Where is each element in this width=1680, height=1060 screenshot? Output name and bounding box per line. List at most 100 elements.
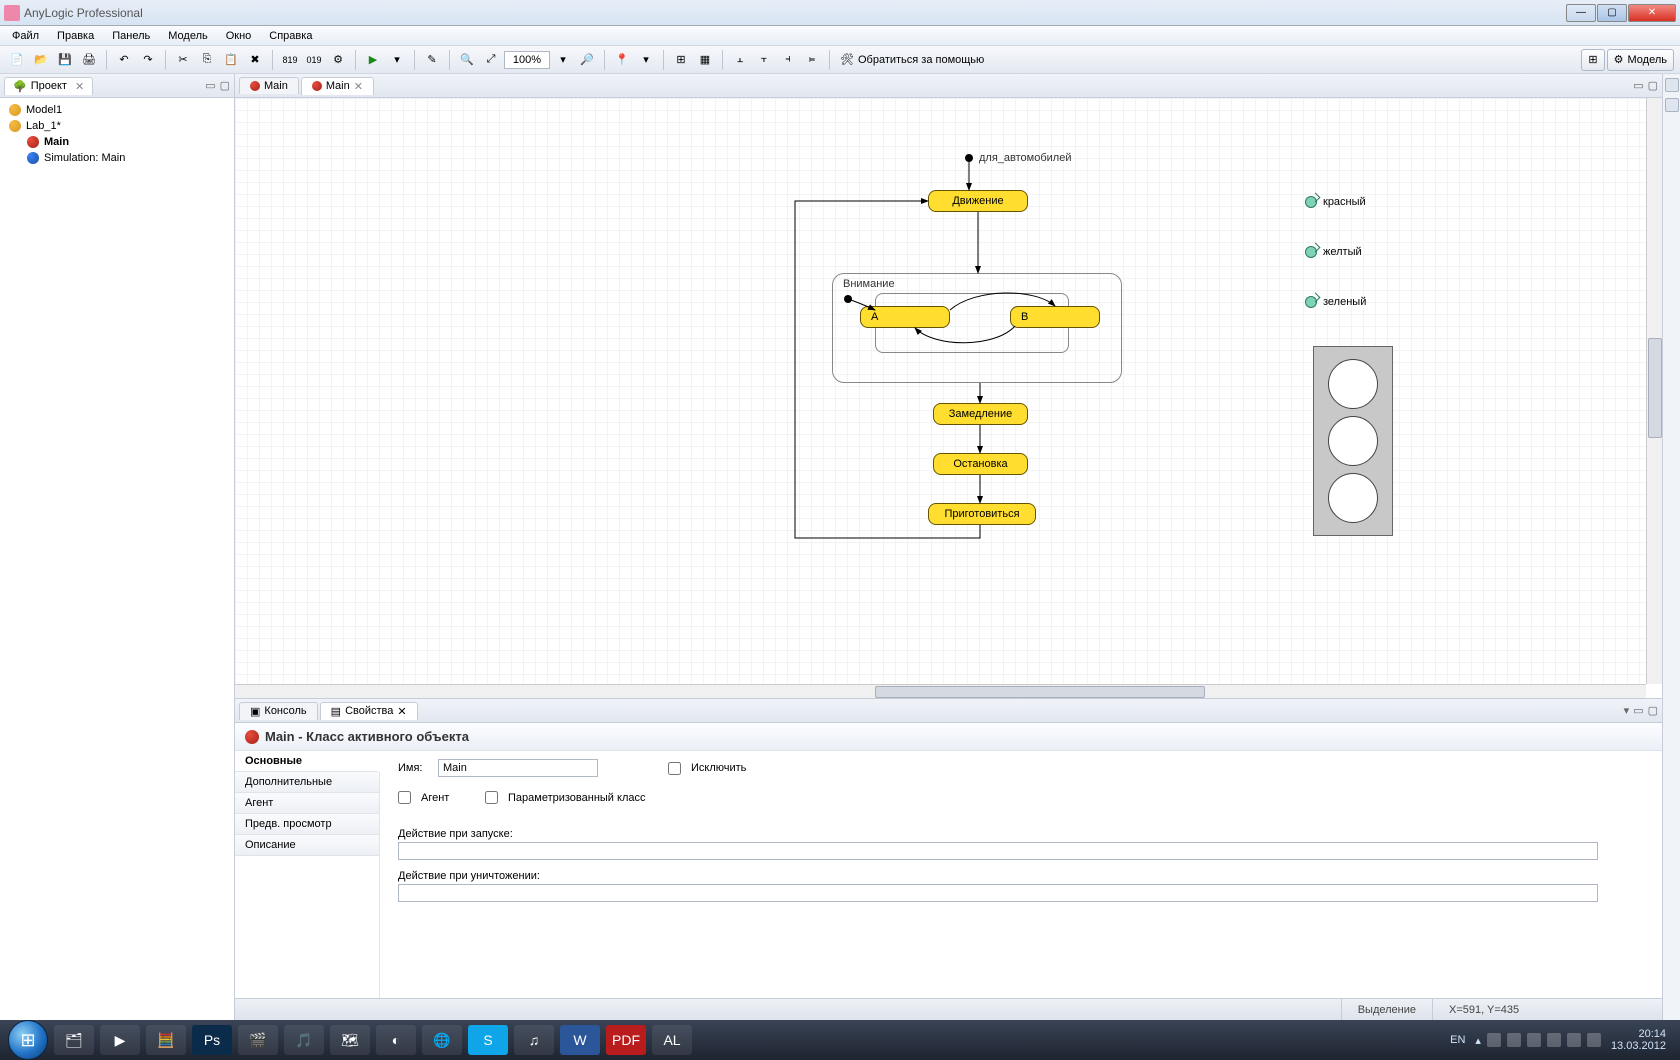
tab-properties[interactable]: ▤ Свойства ✕ bbox=[320, 702, 418, 720]
minimize-view-button[interactable]: ▭ bbox=[1633, 704, 1643, 717]
state-a[interactable]: A bbox=[860, 306, 950, 328]
taskbar-eclipse[interactable]: ◐ bbox=[376, 1025, 416, 1055]
menu-edit[interactable]: Правка bbox=[49, 28, 102, 44]
tray-volume-icon[interactable] bbox=[1487, 1033, 1501, 1047]
taskbar-pdf[interactable]: PDF bbox=[606, 1025, 646, 1055]
category-agent[interactable]: Агент bbox=[235, 793, 379, 814]
tool-button-1[interactable]: 819 bbox=[279, 49, 301, 71]
param-class-checkbox[interactable] bbox=[485, 791, 498, 804]
tree-item-simulation[interactable]: Simulation: Main bbox=[8, 150, 226, 166]
diagram-canvas[interactable]: для_автомобилей Движение Внимание A B bbox=[235, 98, 1646, 684]
grid-button[interactable]: ⊞ bbox=[670, 49, 692, 71]
zoom-in-button[interactable]: 🔎 bbox=[576, 49, 598, 71]
tool-button-3[interactable]: ⚙ bbox=[327, 49, 349, 71]
tree-item-lab1[interactable]: Lab_1* bbox=[8, 118, 226, 134]
maximize-view-button[interactable]: ▢ bbox=[1648, 79, 1658, 92]
align-button-3[interactable]: ⫞ bbox=[777, 49, 799, 71]
menu-file[interactable]: Файл bbox=[4, 28, 47, 44]
vertical-scrollbar[interactable] bbox=[1646, 98, 1662, 684]
taskbar-calc[interactable]: 🧮 bbox=[146, 1025, 186, 1055]
zoom-input[interactable] bbox=[504, 51, 550, 69]
statechart-entry-point[interactable] bbox=[965, 154, 973, 162]
close-icon[interactable]: ✕ bbox=[354, 80, 363, 93]
event-yellow[interactable]: желтый bbox=[1305, 246, 1362, 258]
tray-app-icon[interactable] bbox=[1567, 1033, 1581, 1047]
taskbar-skype[interactable]: S bbox=[468, 1025, 508, 1055]
tray-show-hidden-icon[interactable]: ▴ bbox=[1475, 1034, 1481, 1047]
state-slowdown[interactable]: Замедление bbox=[933, 403, 1028, 425]
exclude-checkbox[interactable] bbox=[668, 762, 681, 775]
category-preview[interactable]: Предв. просмотр bbox=[235, 814, 379, 835]
taskbar-photoshop[interactable]: Ps bbox=[192, 1025, 232, 1055]
redo-button[interactable]: ↷ bbox=[137, 49, 159, 71]
maximize-button[interactable]: ▢ bbox=[1597, 4, 1627, 22]
print-button[interactable]: 🖨 bbox=[78, 49, 100, 71]
perspective-model-button[interactable]: ⚙ Модель bbox=[1607, 49, 1674, 71]
close-icon[interactable]: ✕ bbox=[397, 705, 406, 718]
zoom-dropdown[interactable]: ▾ bbox=[552, 49, 574, 71]
scrollbar-thumb[interactable] bbox=[875, 686, 1205, 698]
taskbar-maps[interactable]: 🗺 bbox=[330, 1025, 370, 1055]
language-indicator[interactable]: EN bbox=[1450, 1034, 1465, 1046]
horizontal-scrollbar[interactable] bbox=[235, 684, 1646, 698]
state-prepare[interactable]: Приготовиться bbox=[928, 503, 1036, 525]
pin-dropdown[interactable]: ▾ bbox=[635, 49, 657, 71]
help-link[interactable]: 🛠 Обратиться за помощью bbox=[840, 53, 984, 66]
menu-window[interactable]: Окно bbox=[218, 28, 260, 44]
close-icon[interactable]: ✕ bbox=[75, 80, 84, 93]
agent-checkbox[interactable] bbox=[398, 791, 411, 804]
align-button-4[interactable]: ⫢ bbox=[801, 49, 823, 71]
open-button[interactable]: 📂 bbox=[30, 49, 52, 71]
copy-button[interactable]: ⎘ bbox=[196, 49, 218, 71]
run-button[interactable]: ▶ bbox=[362, 49, 384, 71]
zoom-reset-button[interactable]: ⤢ bbox=[480, 49, 502, 71]
composite-entry-point[interactable] bbox=[844, 295, 852, 303]
paste-button[interactable]: 📋 bbox=[220, 49, 242, 71]
category-main[interactable]: Основные bbox=[235, 751, 380, 772]
menu-help[interactable]: Справка bbox=[261, 28, 320, 44]
taskbar-word[interactable]: W bbox=[560, 1025, 600, 1055]
minimize-view-button[interactable]: ▭ bbox=[205, 79, 215, 92]
taskbar-media-player[interactable]: ▶ bbox=[100, 1025, 140, 1055]
undo-button[interactable]: ↶ bbox=[113, 49, 135, 71]
palette-button-2[interactable] bbox=[1665, 98, 1679, 112]
snap-button[interactable]: ▦ bbox=[694, 49, 716, 71]
taskbar-explorer[interactable]: 🗂 bbox=[54, 1025, 94, 1055]
minimize-button[interactable]: — bbox=[1566, 4, 1596, 22]
tray-app-icon-2[interactable] bbox=[1587, 1033, 1601, 1047]
start-button[interactable]: ⊞ bbox=[8, 1020, 48, 1060]
tray-antivirus-icon[interactable] bbox=[1547, 1033, 1561, 1047]
tray-network-icon[interactable] bbox=[1507, 1033, 1521, 1047]
event-red[interactable]: красный bbox=[1305, 196, 1366, 208]
perspective-switch-button[interactable]: ⊞ bbox=[1581, 49, 1604, 71]
category-additional[interactable]: Дополнительные bbox=[235, 772, 379, 793]
tree-item-main[interactable]: Main bbox=[8, 134, 226, 150]
tab-console[interactable]: ▣ Консоль bbox=[239, 702, 318, 720]
state-b[interactable]: B bbox=[1010, 306, 1100, 328]
maximize-view-button[interactable]: ▢ bbox=[1648, 704, 1658, 717]
name-field[interactable] bbox=[438, 759, 598, 777]
new-button[interactable]: 📄 bbox=[6, 49, 28, 71]
tray-action-center-icon[interactable] bbox=[1527, 1033, 1541, 1047]
maximize-view-button[interactable]: ▢ bbox=[220, 79, 230, 92]
on-start-input[interactable] bbox=[398, 842, 1598, 860]
state-movement[interactable]: Движение bbox=[928, 190, 1028, 212]
align-button-1[interactable]: ⫠ bbox=[729, 49, 751, 71]
project-tree[interactable]: Model1 Lab_1* Main Simulation: Main bbox=[0, 98, 234, 170]
cut-button[interactable]: ✂ bbox=[172, 49, 194, 71]
tree-item-model1[interactable]: Model1 bbox=[8, 102, 226, 118]
menu-panel[interactable]: Панель bbox=[104, 28, 158, 44]
taskbar-chrome[interactable]: 🌐 bbox=[422, 1025, 462, 1055]
editor-tab-main-2[interactable]: Main ✕ bbox=[301, 77, 374, 95]
close-button[interactable]: ✕ bbox=[1628, 4, 1676, 22]
on-destroy-input[interactable] bbox=[398, 884, 1598, 902]
view-menu-button[interactable]: ▾ bbox=[1624, 704, 1630, 717]
scrollbar-thumb[interactable] bbox=[1648, 338, 1662, 438]
menu-model[interactable]: Модель bbox=[160, 28, 215, 44]
run-dropdown[interactable]: ▾ bbox=[386, 49, 408, 71]
tool-button-2[interactable]: 019 bbox=[303, 49, 325, 71]
delete-button[interactable]: ✖ bbox=[244, 49, 266, 71]
state-stop[interactable]: Остановка bbox=[933, 453, 1028, 475]
pin-button[interactable]: 📍 bbox=[611, 49, 633, 71]
clock[interactable]: 20:14 13.03.2012 bbox=[1611, 1028, 1666, 1052]
